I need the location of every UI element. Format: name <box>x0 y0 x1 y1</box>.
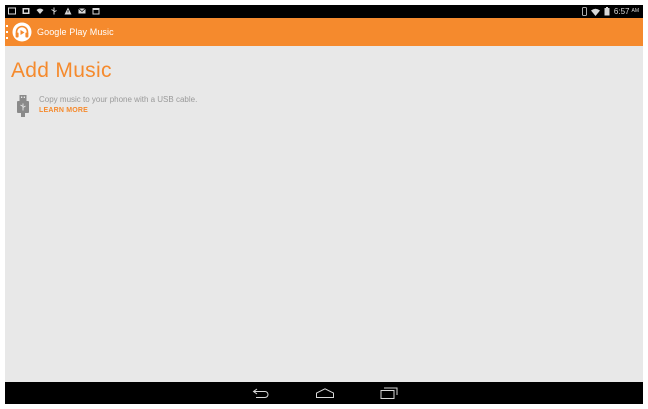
recents-icon <box>380 387 398 399</box>
navigation-bar <box>5 382 643 404</box>
notification-icons <box>8 7 100 15</box>
recents-button[interactable] <box>378 385 400 401</box>
screenshot-icon <box>8 7 16 15</box>
page-title: Add Music <box>11 59 112 82</box>
vibrate-icon <box>582 7 587 16</box>
gallery-icon <box>22 8 30 14</box>
learn-more-link[interactable]: LEARN MORE <box>39 106 88 116</box>
battery-icon <box>604 7 610 16</box>
back-icon <box>252 388 269 398</box>
calendar-icon <box>92 8 100 15</box>
home-button[interactable] <box>314 385 336 401</box>
warning-icon <box>64 7 72 15</box>
back-button[interactable] <box>250 385 272 401</box>
usb-icon <box>51 7 57 15</box>
status-bar: 6:57 AM <box>5 5 643 18</box>
headphones-icon[interactable] <box>12 22 32 42</box>
wifi-signal-icon <box>590 8 600 16</box>
device-screen: 6:57 AM Google Play Music Add Music Copy… <box>5 5 643 404</box>
usb-instruction-text: Copy music to your phone with a USB cabl… <box>39 95 198 104</box>
system-status: 6:57 AM <box>582 6 639 17</box>
clock-time: 6:57 <box>613 7 630 16</box>
wifi-notify-icon <box>36 8 44 14</box>
action-bar: Google Play Music <box>5 18 643 46</box>
main-content: Add Music Copy music to your phone with … <box>5 46 643 382</box>
clock-ampm: AM <box>631 8 640 14</box>
app-title: Google Play Music <box>37 27 114 37</box>
drawer-indicator-icon[interactable] <box>6 25 9 39</box>
mail-icon <box>78 8 86 14</box>
home-icon <box>316 388 334 398</box>
usb-cable-icon <box>17 95 29 117</box>
